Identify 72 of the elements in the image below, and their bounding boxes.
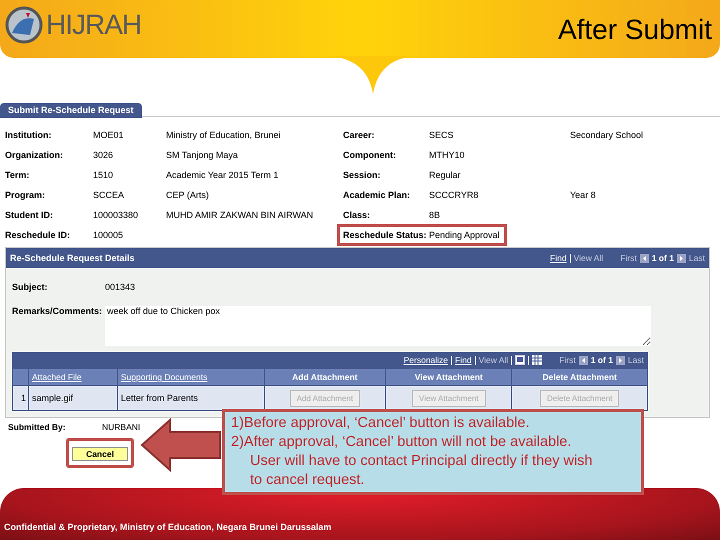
field-value: SCCEA <box>93 190 126 200</box>
field-description: CEP (Arts) <box>166 190 210 200</box>
field-description: Ministry of Education, Brunei <box>166 130 282 140</box>
field-value: Pending Approval <box>429 230 500 240</box>
column-header: Add Attachment <box>264 368 386 386</box>
column-header: View Attachment <box>386 368 512 386</box>
field-label: Term: <box>5 170 30 180</box>
field-value: 100003380 <box>93 210 140 220</box>
field-label: Submitted By: <box>8 422 67 432</box>
field-description: Academic Year 2015 Term 1 <box>166 170 280 180</box>
logo-text: HIJRAH <box>46 9 142 41</box>
first-label: First <box>620 253 637 263</box>
field-description: Year 8 <box>570 190 596 200</box>
field-label: Reschedule Status: <box>343 230 428 240</box>
field-label: Institution: <box>5 130 52 140</box>
field-label: Subject: <box>12 282 49 292</box>
field-label: Component: <box>343 150 397 160</box>
last-label: Last <box>628 355 644 365</box>
field-label: Reschedule ID: <box>5 230 72 240</box>
cancel-button[interactable]: Cancel <box>72 447 128 461</box>
page-count: 1 of 1 <box>590 355 613 365</box>
field-description: MUHD AMIR ZAKWAN BIN AIRWAN <box>166 210 314 220</box>
callout-text: 1)Before approval, ‘Cancel’ button is available. <box>231 414 530 433</box>
personalize-link[interactable]: Personalize <box>404 355 448 365</box>
field-description: Secondary School <box>570 130 644 140</box>
field-label: Academic Plan: <box>343 190 412 200</box>
field-label: Organization: <box>5 150 64 160</box>
field-value: MOE01 <box>93 130 125 140</box>
field-description: SM Tanjong Maya <box>166 150 239 160</box>
field-label: Remarks/Comments: <box>12 306 104 316</box>
field-value: SECS <box>429 130 455 140</box>
panel-title: Re-Schedule Request Details <box>10 253 135 263</box>
field-value: Regular <box>429 170 462 180</box>
column-header[interactable]: Supporting Documents <box>117 368 264 386</box>
callout-text: 2)After approval, ‘Cancel’ button will not be available. <box>231 433 572 452</box>
callout-text: User will have to contact Principal directly if they wish to cancel request. <box>249 452 594 490</box>
view-all-link[interactable]: View All <box>574 253 604 263</box>
field-value: 001343 <box>105 282 136 292</box>
field-value: 3026 <box>93 150 114 160</box>
row-number: 1 <box>12 386 28 410</box>
grid-icon <box>532 355 542 365</box>
field-label: Career: <box>343 130 376 140</box>
page-count: 1 of 1 <box>652 253 674 263</box>
find-link[interactable]: Find <box>550 253 567 263</box>
field-value: SCCCRYR8 <box>429 190 480 200</box>
next-arrow-icon <box>676 254 686 262</box>
previous-arrow-icon <box>578 356 588 364</box>
globe-logo-icon <box>4 5 44 45</box>
remarks-field[interactable]: week off due to Chicken pox <box>105 306 651 346</box>
column-header: Delete Attachment <box>512 368 648 386</box>
page-tab[interactable]: Submit Re-Schedule Request <box>0 103 142 118</box>
next-arrow-icon <box>616 356 625 364</box>
field-label: Session: <box>343 170 382 180</box>
table-cell: Letter from Parents <box>117 386 264 410</box>
footer-text: Confidential & Proprietary, Ministry of Education, Negara Brunei Darussalam <box>4 522 332 532</box>
field-value: 8B <box>429 210 442 220</box>
field-value: 100005 <box>93 230 124 240</box>
last-label: Last <box>688 253 705 263</box>
field-label: Student ID: <box>5 210 54 220</box>
find-link[interactable]: Find <box>455 355 472 365</box>
previous-arrow-icon <box>640 254 649 262</box>
field-value: MTHY10 <box>429 150 466 160</box>
field-label: Program: <box>5 190 46 200</box>
slide-title: After Submit <box>558 14 712 46</box>
first-label: First <box>559 355 576 365</box>
field-value: NURBANI <box>102 422 140 432</box>
zoom-icon <box>515 355 526 365</box>
view-all-link[interactable]: View All <box>478 355 508 365</box>
field-label: Class: <box>343 210 372 220</box>
field-value: 1510 <box>93 170 114 180</box>
table-cell: sample.gif <box>28 386 118 410</box>
column-header[interactable]: Attached File <box>28 368 118 386</box>
